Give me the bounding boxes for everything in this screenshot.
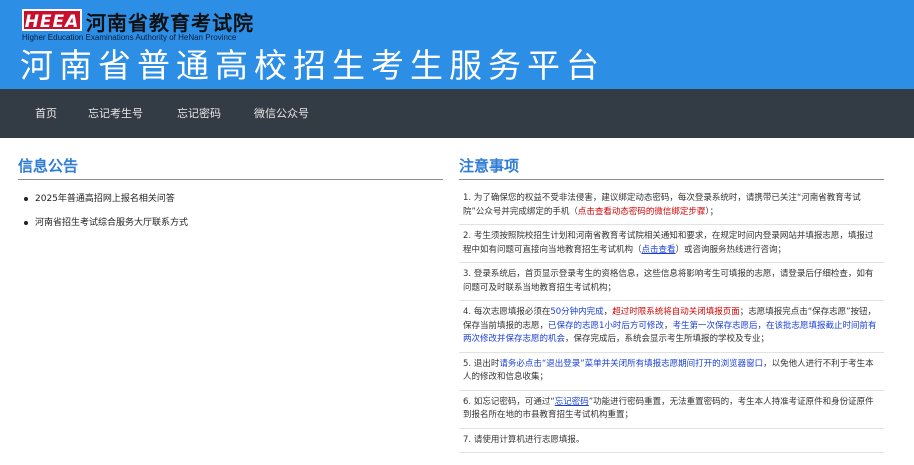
note-number: 7. [463, 434, 472, 445]
note-item-2: 2. 考生须按照院校招生计划和河南省教育考试院相关通知和要求，在规定时间内登录网… [459, 225, 884, 263]
org-name-cn: 河南省教育考试院 [86, 11, 254, 35]
site-header: HEEA 河南省教育考试院 Higher Education Examinati… [0, 0, 914, 89]
notes-title: 注意事项 [459, 155, 884, 180]
note-number: 4. [463, 307, 472, 317]
nav-home[interactable]: 首页 [35, 89, 57, 138]
forgot-password-link[interactable]: 忘记密码 [555, 397, 589, 407]
note-text: 请使用计算机进行志愿填报。 [473, 434, 585, 445]
note-number: 3. [463, 269, 472, 279]
note-text: ）； [705, 206, 719, 217]
note-text: 每次志愿填报必须在 [473, 307, 551, 317]
auto-close-warning: 超过时限系统将自动关闭填报页面 [612, 307, 740, 317]
note-item-1: 1. 为了确保您的权益不受非法侵害，建议绑定动态密码，每次登录系统时，请携带已关… [459, 187, 884, 225]
announcement-link[interactable]: 2025年普通高招网上报名相关问答 [18, 187, 443, 211]
note-text: ， [603, 307, 613, 317]
announcements-title: 信息公告 [18, 155, 443, 180]
modify-delay-text: 已保存的志愿1小时后方可修改 [548, 320, 664, 331]
platform-title: 河南省普通高校招生考生服务平台 [20, 46, 605, 85]
note-text: 如忘记密码，可通过“ [473, 396, 555, 407]
announcements-section: 信息公告 2025年普通高招网上报名相关问答 河南省招生考试综合服务大厅联系方式 [18, 155, 443, 235]
note-number: 6. [463, 396, 472, 407]
nav-forgot-password[interactable]: 忘记密码 [177, 89, 221, 138]
view-exam-agencies-link[interactable]: 点击查看 [642, 245, 676, 255]
note-item-4: 4. 每次志愿填报必须在50分钟内完成，超过时限系统将自动关闭填报页面；志愿填报… [459, 301, 884, 353]
note-text: ，保存完成后，系统会显示考生所填报的学校及专业； [565, 334, 770, 344]
note-text: ）或咨询服务热线进行咨询； [675, 244, 787, 255]
announcement-link[interactable]: 河南省招生考试综合服务大厅联系方式 [18, 211, 443, 235]
wechat-binding-steps-link[interactable]: 点击查看动态密码的微信绑定步骤 [578, 207, 706, 217]
announcements-list: 2025年普通高招网上报名相关问答 河南省招生考试综合服务大厅联系方式 [18, 187, 443, 235]
time-limit-text: 50分钟内完成 [550, 307, 604, 317]
nav-wechat-account[interactable]: 微信公众号 [254, 89, 309, 138]
nav-forgot-exam-number[interactable]: 忘记考生号 [88, 89, 143, 138]
note-number: 5. [463, 358, 472, 369]
note-number: 2. [463, 231, 472, 241]
note-item-5: 5. 退出时请务必点击“退出登录”菜单并关闭所有填报志愿期间打开的浏览器窗口，以… [459, 353, 884, 391]
main-nav: 首页 忘记考生号 忘记密码 微信公众号 [0, 89, 914, 138]
note-text: 登录系统后，首页显示登录考生的资格信息，这些信息将影响考生可填报的志愿，请登录后… [463, 269, 874, 293]
note-item-6: 6. 如忘记密码，可通过“忘记密码”功能进行密码重置，无法重置密码的，考生本人持… [459, 391, 884, 429]
notes-list: 1. 为了确保您的权益不受非法侵害，建议绑定动态密码，每次登录系统时，请携带已关… [459, 187, 884, 453]
note-item-3: 3. 登录系统后，首页显示登录考生的资格信息，这些信息将影响考生可填报的志愿，请… [459, 263, 884, 301]
note-text: 退出时 [473, 358, 500, 369]
notes-section: 注意事项 1. 为了确保您的权益不受非法侵害，建议绑定动态密码，每次登录系统时，… [459, 155, 884, 453]
note-number: 1. [463, 193, 472, 203]
note-item-7: 7. 请使用计算机进行志愿填报。 [459, 429, 884, 453]
org-name-en: Higher Education Examinations Authority … [22, 33, 237, 42]
logout-instruction: 请务必点击“退出登录”菜单并关闭所有填报志愿期间打开的浏览器窗口 [499, 358, 764, 369]
heea-logo: HEEA [22, 9, 82, 32]
